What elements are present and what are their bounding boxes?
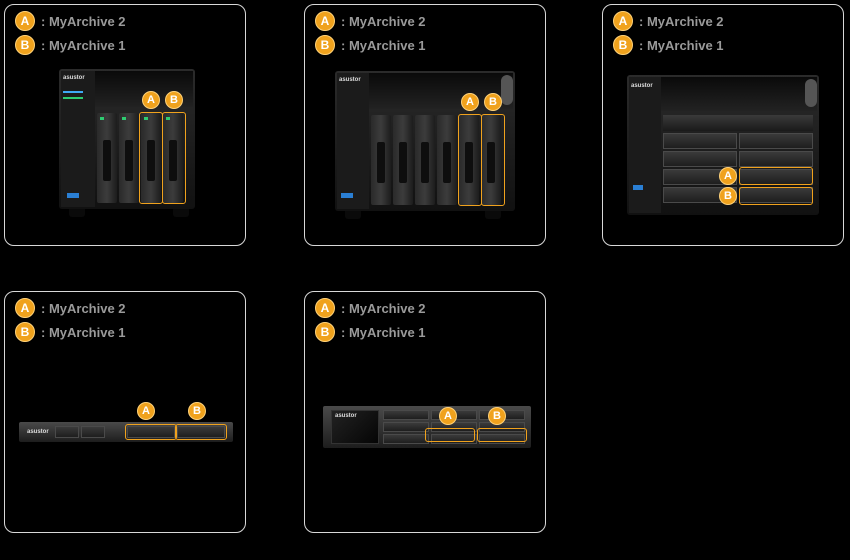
badge-a: A <box>613 11 633 31</box>
callout-b: B <box>188 402 206 420</box>
brand-logo: asustor <box>63 75 85 81</box>
highlight-b <box>175 424 227 440</box>
highlight-b <box>481 114 505 206</box>
badge-a: A <box>315 298 335 318</box>
badge-b: B <box>315 322 335 342</box>
legend-a-label: : MyArchive 2 <box>341 13 426 29</box>
legend-b: B : MyArchive 1 <box>15 35 126 55</box>
brand-logo: asustor <box>631 83 653 89</box>
callout-b: B <box>165 91 183 109</box>
callout-a: A <box>142 91 160 109</box>
legend-b: B : MyArchive 1 <box>613 35 724 55</box>
brand-logo: asustor <box>335 413 357 419</box>
panel-4bay: A : MyArchive 2 B : MyArchive 1 asustor … <box>4 4 246 246</box>
callout-a: A <box>461 93 479 111</box>
legend-a: A : MyArchive 2 <box>315 11 426 31</box>
callout-a: A <box>439 407 457 425</box>
highlight-a <box>125 424 177 440</box>
highlight-a <box>139 112 163 204</box>
highlight-a <box>458 114 482 206</box>
callout-a: A <box>719 167 737 185</box>
legend-b-label: : MyArchive 1 <box>341 37 426 53</box>
badge-b: B <box>15 322 35 342</box>
legend-b: B : MyArchive 1 <box>315 322 426 342</box>
legend-b-label: : MyArchive 1 <box>41 37 126 53</box>
legend-a-label: : MyArchive 2 <box>41 13 126 29</box>
callout-b: B <box>488 407 506 425</box>
panel-1u-rack: A : MyArchive 2 B : MyArchive 1 asustor … <box>4 291 246 533</box>
badge-a: A <box>15 11 35 31</box>
badge-b: B <box>15 35 35 55</box>
panel-6bay: A : MyArchive 2 B : MyArchive 1 asustor … <box>304 4 546 246</box>
legend-a-label: : MyArchive 2 <box>639 13 724 29</box>
legend-b-label: : MyArchive 1 <box>341 324 426 340</box>
legend-b-label: : MyArchive 1 <box>639 37 724 53</box>
panel-2u-rack: A : MyArchive 2 B : MyArchive 1 asustor … <box>304 291 546 533</box>
legend-a: A : MyArchive 2 <box>315 298 426 318</box>
legend-b-label: : MyArchive 1 <box>41 324 126 340</box>
callout-b: B <box>484 93 502 111</box>
legend-a-label: : MyArchive 2 <box>341 300 426 316</box>
legend-a: A : MyArchive 2 <box>613 11 724 31</box>
brand-logo: asustor <box>339 77 361 83</box>
panel-10bay: A : MyArchive 2 B : MyArchive 1 asustor … <box>602 4 844 246</box>
highlight-a <box>739 167 813 185</box>
highlight-b <box>477 428 527 442</box>
brand-logo: asustor <box>27 429 49 435</box>
legend-a-label: : MyArchive 2 <box>41 300 126 316</box>
legend-a: A : MyArchive 2 <box>15 11 126 31</box>
legend-b: B : MyArchive 1 <box>15 322 126 342</box>
highlight-b <box>739 187 813 205</box>
legend-a: A : MyArchive 2 <box>15 298 126 318</box>
badge-a: A <box>315 11 335 31</box>
highlight-a <box>425 428 475 442</box>
badge-b: B <box>315 35 335 55</box>
legend-b: B : MyArchive 1 <box>315 35 426 55</box>
callout-a: A <box>137 402 155 420</box>
highlight-b <box>162 112 186 204</box>
badge-a: A <box>15 298 35 318</box>
badge-b: B <box>613 35 633 55</box>
callout-b: B <box>719 187 737 205</box>
